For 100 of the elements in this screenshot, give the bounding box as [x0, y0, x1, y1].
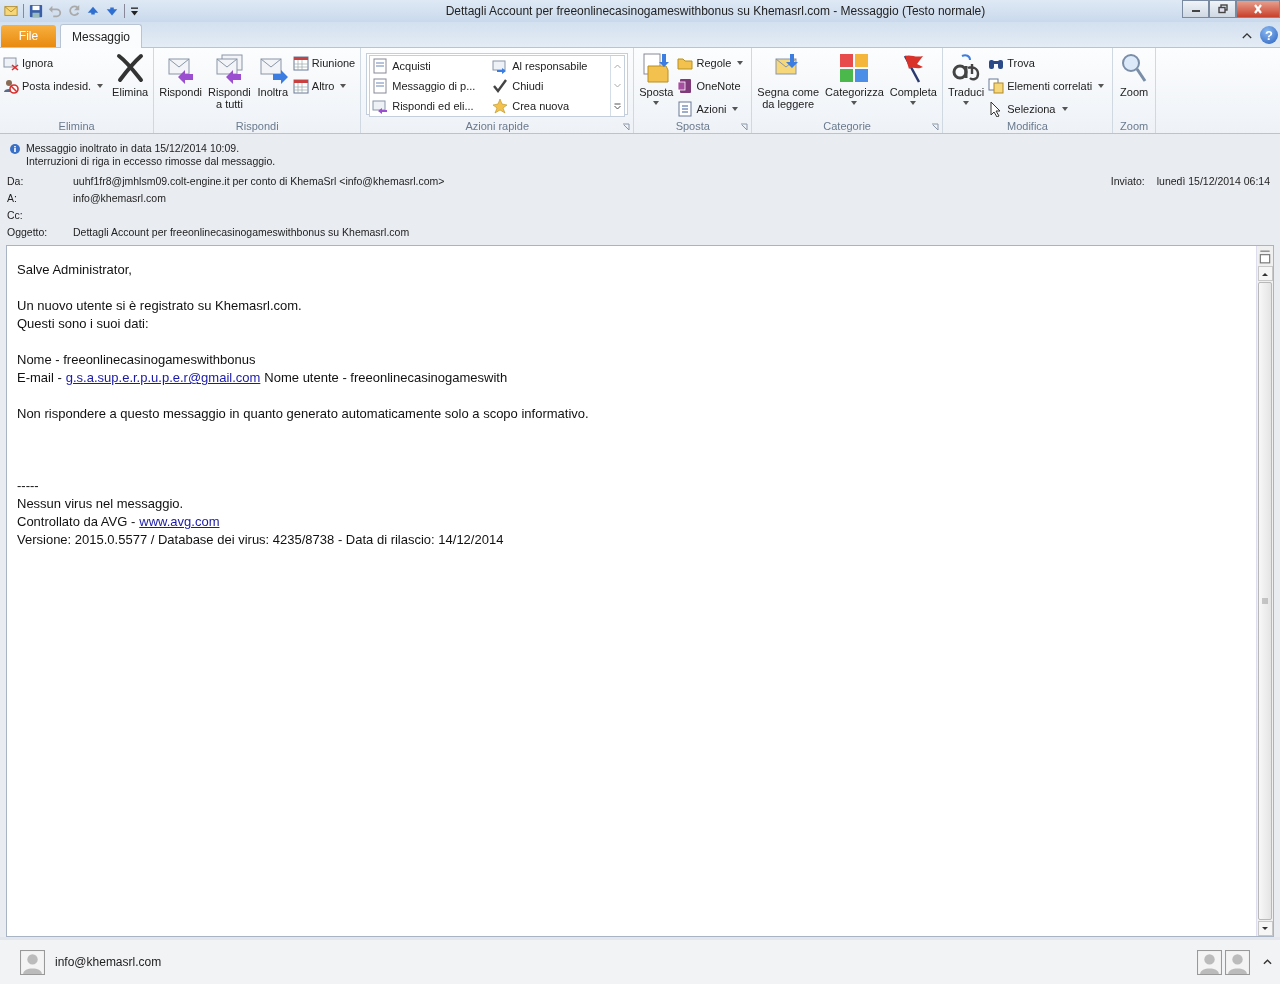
page-icon — [1259, 250, 1271, 264]
calendar-icon — [292, 55, 309, 71]
info-icon — [10, 144, 20, 154]
save-icon[interactable] — [29, 4, 43, 18]
ribbon-button[interactable]: Elementi correlati — [988, 77, 1110, 95]
caret-icon — [653, 101, 660, 105]
quick-step-item[interactable]: Acquisti — [370, 56, 491, 76]
ribbon-button[interactable]: Elimina — [110, 52, 151, 119]
field-value: Dettagli Account per freeonlinecasinogameswithbonus su Khemasrl.com — [73, 225, 410, 238]
ribbon-button[interactable]: Rispondi — [157, 52, 204, 119]
dialog-launcher-icon[interactable] — [740, 123, 749, 131]
body-text: Non rispondere a questo messaggio in quanto generato automaticamente solo a scopo informativo. — [17, 405, 589, 423]
ribbon-button[interactable]: Segna come da leggere — [755, 52, 822, 119]
ribbon-button[interactable]: Traduci — [945, 52, 987, 119]
maximize-button[interactable] — [1209, 0, 1236, 18]
quick-step-item[interactable]: Al responsabile — [490, 56, 611, 76]
contact-email[interactable]: info@khemasrl.com — [55, 955, 162, 969]
ribbon-button[interactable]: Posta indesid. — [3, 77, 109, 95]
forward-icon — [492, 58, 509, 74]
person-icon[interactable] — [1225, 949, 1250, 975]
scroll-down-icon[interactable] — [1261, 925, 1269, 932]
group-label: Rispondi — [235, 120, 279, 132]
field-label: Oggetto: — [7, 225, 49, 238]
field-label: Inviato: — [1110, 174, 1145, 187]
expand-icon[interactable] — [1263, 959, 1272, 965]
minimize-button[interactable] — [1182, 0, 1209, 18]
ribbon-button[interactable]: Trova — [988, 54, 1110, 72]
info-text: Messaggio inoltrato in data 15/12/2014 10:09. — [26, 142, 241, 155]
ribbon-button[interactable]: Completa — [887, 52, 939, 119]
person-icon — [20, 949, 45, 975]
collapse-ribbon-icon[interactable] — [1242, 31, 1252, 39]
body-text: Nome utente - freeonlinecasinogameswith — [264, 369, 508, 387]
ribbon-button[interactable]: Seleziona — [988, 100, 1110, 118]
ribbon-button[interactable]: Ignora — [3, 54, 109, 72]
undo-icon[interactable] — [48, 4, 62, 18]
group-label: Zoom — [1120, 120, 1149, 132]
sparkle-icon — [492, 98, 509, 114]
close-button[interactable] — [1236, 0, 1280, 18]
field-label: A: — [7, 191, 18, 204]
field-value: uuhf1fr8@jmhlsm09.colt-engine.it per conto di KhemaSrl <info@khemasrl.com> — [73, 174, 445, 187]
list-icon — [677, 101, 694, 117]
info-text: Interruzioni di riga in eccesso rimosse dal messaggio. — [26, 155, 276, 168]
caret-icon — [97, 84, 104, 88]
ribbon-button[interactable]: Inoltra — [254, 52, 291, 119]
envelope-icon[interactable] — [4, 4, 18, 18]
ribbon-button[interactable]: Sposta — [637, 52, 676, 119]
person-block-icon — [3, 78, 19, 94]
caret-icon — [732, 107, 739, 111]
ribbon-button[interactable]: Azioni — [677, 100, 749, 118]
quick-step-item[interactable]: Messaggio di p... — [370, 76, 491, 96]
quick-step-item[interactable]: Chiudi — [490, 76, 611, 96]
quick-step-item[interactable]: Crea nuova — [490, 96, 611, 116]
body-text: ----- — [17, 477, 39, 495]
ribbon-button[interactable]: Regole — [677, 54, 749, 72]
body-text: Nessun virus nel messaggio. — [17, 495, 184, 513]
check-icon — [492, 78, 509, 94]
grip-icon — [1262, 598, 1268, 604]
up-arrow-icon[interactable] — [86, 4, 100, 18]
reply-icon — [372, 98, 389, 114]
ribbon-button[interactable]: Zoom — [1116, 52, 1153, 119]
reply-all-icon — [213, 52, 246, 84]
scroll-up-icon[interactable] — [1261, 270, 1269, 277]
link[interactable]: www.avg.com — [139, 513, 220, 531]
caret-icon — [851, 101, 858, 105]
ribbon-button[interactable]: Categorizza — [823, 52, 886, 119]
dialog-launcher-icon[interactable] — [622, 123, 631, 131]
caret-icon — [910, 101, 917, 105]
caret-icon — [963, 101, 970, 105]
body-text: Questi sono i suoi dati: — [17, 315, 149, 333]
ribbon-button[interactable]: Altro — [292, 77, 358, 95]
group-label: Categorie — [823, 120, 871, 132]
caret-icon — [340, 84, 347, 88]
link[interactable]: g.s.a.sup.e.r.p.u.p.e.r@gmail.com — [65, 369, 261, 387]
redo-icon[interactable] — [67, 4, 81, 18]
calendar-icon — [292, 78, 309, 94]
body-text: Controllato da AVG - — [17, 513, 136, 531]
ribbon-button[interactable]: OneNote — [677, 77, 749, 95]
dialog-launcher-icon[interactable] — [930, 123, 939, 131]
scrollbar[interactable] — [1256, 246, 1273, 936]
body-text: E-mail - — [17, 369, 62, 387]
page-icon — [372, 58, 389, 74]
pages-icon — [988, 78, 1005, 94]
caret-icon — [1098, 84, 1105, 88]
envelope-icon — [3, 55, 19, 71]
body-text: Un nuovo utente si è registrato su Khemasrl.com. — [17, 297, 302, 315]
color-grid-icon — [838, 52, 871, 84]
person-icon[interactable] — [1197, 949, 1222, 975]
field-value: lunedì 15/12/2014 06:14 — [1156, 174, 1270, 187]
ribbon-button[interactable]: Riunione — [292, 54, 358, 72]
restore-icon — [1216, 4, 1229, 14]
group-label: Modifica — [1007, 120, 1048, 132]
caret-icon — [737, 61, 744, 65]
body-text: Salve Administrator, — [17, 261, 132, 279]
field-label: Da: — [7, 174, 25, 187]
ribbon-tab[interactable]: Messaggio — [60, 24, 143, 48]
body-text: Versione: 2015.0.5577 / Database dei virus: 4235/8738 - Data di rilascio: 14/12/2014 — [17, 531, 504, 549]
group-label: Elimina — [58, 120, 95, 132]
quick-step-item[interactable]: Rispondi ed eli... — [370, 96, 491, 116]
ribbon-button[interactable]: Rispondi a tutti — [206, 52, 253, 119]
folder-icon — [677, 55, 694, 71]
